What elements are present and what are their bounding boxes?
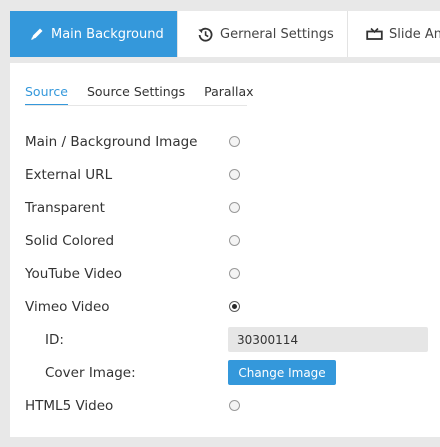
option-main-background-image: Main / Background Image [10, 125, 440, 158]
history-icon [197, 26, 214, 43]
option-external-url: External URL [10, 158, 440, 191]
option-label: External URL [25, 166, 113, 183]
pencil-icon [29, 26, 45, 43]
sub-tab-parallax[interactable]: Parallax [204, 83, 253, 104]
sub-tab-source[interactable]: Source [25, 83, 68, 105]
option-html5-video: HTML5 Video [10, 389, 440, 422]
option-label: Vimeo Video [25, 298, 110, 315]
vimeo-id-input[interactable] [228, 327, 428, 352]
tab-main-background-label: Main Background [51, 26, 164, 42]
top-tab-bar: Main Background Gerneral Settings Slide … [10, 11, 440, 57]
tab-slide-animation-label: Slide An [389, 26, 440, 42]
cover-image-row: Cover Image: Change Image [10, 356, 440, 389]
option-youtube-video: YouTube Video [10, 257, 440, 290]
sub-tab-divider [25, 105, 247, 106]
radio-solid-colored[interactable] [229, 235, 240, 246]
option-transparent: Transparent [10, 191, 440, 224]
option-solid-colored: Solid Colored [10, 224, 440, 257]
radio-html5-video[interactable] [229, 400, 240, 411]
tab-general-settings[interactable]: Gerneral Settings [178, 11, 348, 57]
tab-general-settings-label: Gerneral Settings [220, 26, 334, 42]
cover-image-label: Cover Image: [45, 364, 136, 381]
option-label: Transparent [25, 199, 105, 216]
option-label: HTML5 Video [25, 397, 114, 414]
option-label: Solid Colored [25, 232, 115, 249]
option-label: YouTube Video [25, 265, 123, 282]
radio-vimeo-video[interactable] [229, 301, 240, 312]
change-image-button[interactable]: Change Image [228, 360, 336, 385]
tab-slide-animation[interactable]: Slide An [348, 11, 440, 57]
vimeo-id-row: ID: [10, 323, 440, 356]
radio-transparent[interactable] [229, 202, 240, 213]
radio-youtube-video[interactable] [229, 268, 240, 279]
settings-panel: Source Source Settings Parallax Main / B… [10, 63, 440, 437]
option-label: Main / Background Image [25, 133, 198, 150]
slide-animation-icon [366, 26, 383, 43]
tab-main-background[interactable]: Main Background [10, 11, 178, 57]
radio-main-background-image[interactable] [229, 136, 240, 147]
sub-tab-source-settings[interactable]: Source Settings [87, 83, 185, 104]
slide-editor: Main Background Gerneral Settings Slide … [0, 0, 440, 447]
radio-external-url[interactable] [229, 169, 240, 180]
option-vimeo-video: Vimeo Video [10, 290, 440, 323]
vimeo-id-label: ID: [45, 331, 64, 348]
sub-tab-bar: Source Source Settings Parallax [25, 83, 273, 107]
